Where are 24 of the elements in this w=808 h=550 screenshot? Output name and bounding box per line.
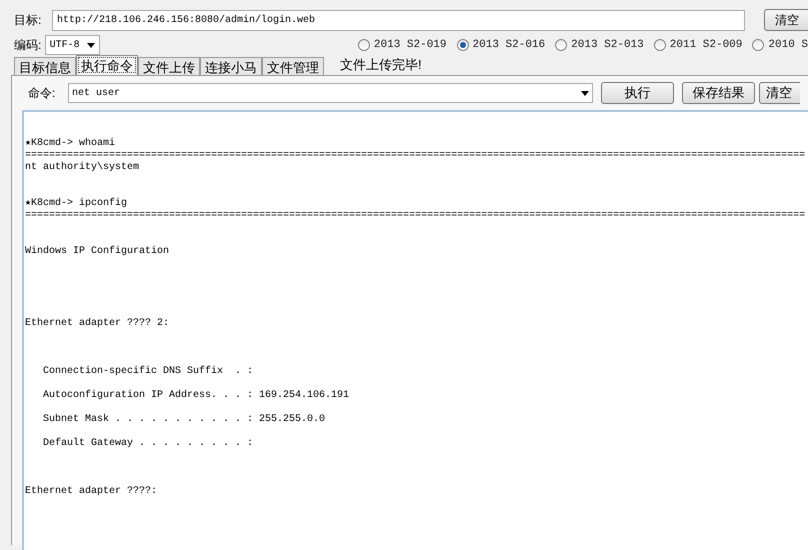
tab[interactable]: 文件管理 xyxy=(262,57,324,75)
tab[interactable]: 执行命令 xyxy=(76,55,138,75)
command-button[interactable]: 清空 xyxy=(759,82,800,104)
target-label: 目标: xyxy=(14,12,42,29)
dropdown-caret-icon xyxy=(86,42,95,48)
target-url-field[interactable]: http://218.106.246.156:8080/admin/login.web xyxy=(52,10,745,30)
command-button[interactable]: 保存结果 xyxy=(682,82,755,104)
encoding-select[interactable]: UTF-8 xyxy=(44,35,100,55)
exploit-radio[interactable]: 2013 S2-019 xyxy=(358,36,447,54)
clear-button[interactable]: 清空 xyxy=(764,9,808,31)
exploit-radio[interactable]: 2010 S xyxy=(752,36,808,54)
tab[interactable]: 文件上传 xyxy=(138,57,200,75)
dropdown-caret-icon xyxy=(581,90,589,96)
encoding-label: 编码: xyxy=(14,37,42,54)
command-combo-field[interactable]: net user xyxy=(68,83,593,103)
command-button[interactable]: 执行 xyxy=(601,82,674,104)
exploit-radio[interactable]: 2011 S2-009 xyxy=(654,36,742,54)
command-output: ★K8cmd-> whoami ================================================================================================================================== nt authority\system ★K8cmd-> ipconfig ================================================================================================================================== Windows IP Configuration Ethernet adapter ???? 2: Connection-specific DNS Suffix . : Autoconfiguration IP Address. . . : 169.254.106.191 Subnet Mask . . . . . . . . . . . : 255.255.0.0 Default Gateway . . . . . . . . . : Ethernet adapter ????: xyxy=(24,136,806,498)
exploit-radio[interactable]: 2013 S2-013 xyxy=(555,36,644,54)
status-text: 文件上传完毕! xyxy=(340,56,422,74)
exploit-radio[interactable]: 2013 S2-016 xyxy=(456,36,546,54)
tab[interactable]: 目标信息 xyxy=(14,57,76,75)
tab[interactable]: 连接小马 xyxy=(200,57,262,75)
command-label: 命令: xyxy=(28,85,56,102)
